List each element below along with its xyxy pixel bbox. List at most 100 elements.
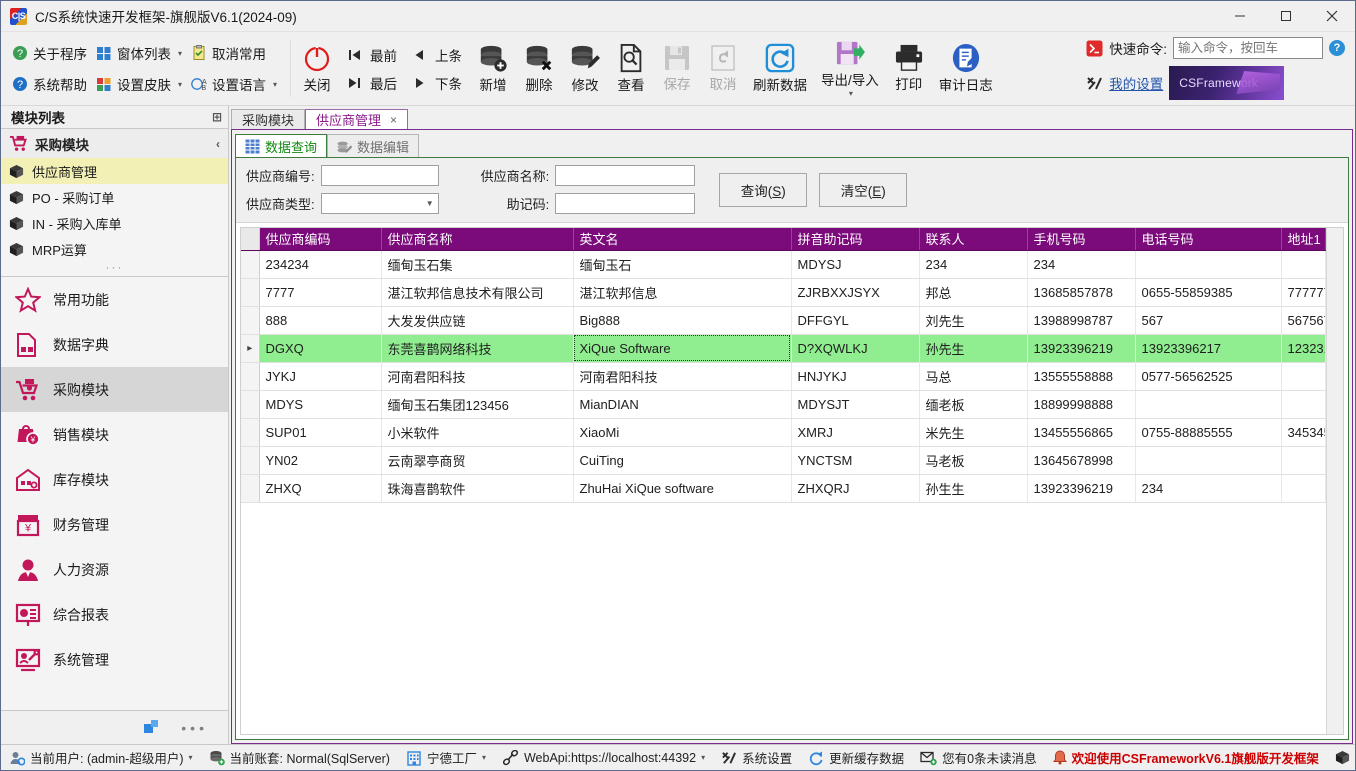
table-cell[interactable]: 13923396219 [1027,474,1136,503]
table-cell[interactable]: 345345634563456 [1281,418,1326,447]
sidebar-module-data-dictionary[interactable]: 数据字典 [1,322,228,367]
table-row[interactable]: 7777 湛江软邦信息技术有限公司 湛江软邦信息 ZJRBXXJSYX 邦总 136858… [241,278,1326,307]
table-cell[interactable]: ZHXQ [259,474,382,503]
close-button[interactable] [1309,1,1355,32]
column-header[interactable]: 英文名 [573,228,792,251]
status-unread-messages[interactable]: 您有0条未读消息 [912,745,1044,770]
modify-button[interactable]: 修改 [562,32,608,105]
last-record-button[interactable]: 最后 [340,71,405,95]
table-cell[interactable] [1281,446,1326,475]
table-cell[interactable]: 缅甸玉石集团123456 [381,390,574,419]
sidebar-item-mrp[interactable]: MRP运算 [1,236,228,262]
about-program-button[interactable]: ? 关于程序 [9,41,93,65]
sidebar-module-sales[interactable]: ¥ 销售模块 [1,412,228,457]
table-row[interactable]: ▸ DGXQ 东莞喜鹊网络科技 XiQue Software D?XQWLKJ 孙先生 13… [241,334,1326,363]
column-header[interactable]: 地址1 [1281,228,1326,251]
data-grid-scroll[interactable]: 供应商编码 供应商名称 英文名 拼音助记码 联系人 手机号码 电话号码 地址1 [241,228,1326,734]
table-cell[interactable]: XiQue Software [573,334,792,363]
table-cell[interactable]: CuiTing [573,446,792,475]
table-cell[interactable]: 12323123132123123144 [1281,334,1326,363]
quick-command-help-icon[interactable]: ? [1329,40,1345,56]
table-cell[interactable]: 567 [1135,306,1282,335]
table-cell[interactable]: HNJYKJ [791,362,920,391]
supplier-name-input[interactable] [555,165,696,186]
table-cell[interactable]: ZHXQRJ [791,474,920,503]
save-button[interactable]: 保存 [654,32,700,105]
row-indicator[interactable] [241,362,260,391]
table-cell[interactable]: 孙生生 [919,474,1028,503]
column-header[interactable]: 供应商名称 [381,228,574,251]
clear-button[interactable]: 清空(E) [819,172,908,207]
table-cell[interactable]: 邦总 [919,278,1028,307]
table-cell[interactable]: XMRJ [791,418,920,447]
table-cell[interactable]: 大发发供应链 [381,306,574,335]
table-row[interactable]: MDYS 缅甸玉石集团123456 MianDIAN MDYSJT 缅老板 1889999… [241,390,1326,419]
table-cell[interactable] [1281,250,1326,279]
table-cell[interactable]: 0577-56562525 [1135,362,1282,391]
table-cell[interactable]: 小米软件 [381,418,574,447]
tab-data-query[interactable]: 数据查询 [235,134,328,158]
table-row[interactable]: YN02 云南翠亭商贸 CuiTing YNCTSM 马老板 13645678998 [241,446,1326,475]
row-indicator[interactable] [241,446,260,475]
close-window-button[interactable]: 关闭 [294,32,340,105]
table-cell[interactable]: 刘先生 [919,306,1028,335]
table-cell[interactable]: 缅甸玉石 [573,250,792,279]
table-cell[interactable]: 缅甸玉石集 [381,250,574,279]
chevron-left-icon[interactable]: ‹ [216,137,220,151]
table-cell[interactable] [1135,250,1282,279]
table-cell[interactable]: 567567 [1281,306,1326,335]
set-skin-button[interactable]: 设置皮肤 ▾ [93,72,188,96]
row-indicator[interactable] [241,306,260,335]
print-button[interactable]: 打印 [886,32,932,105]
row-indicator[interactable] [241,390,260,419]
chevron-down-icon[interactable]: ▾ [188,753,192,762]
column-header[interactable]: 供应商编码 [259,228,382,251]
sidebar-module-reports[interactable]: 综合报表 [1,592,228,637]
table-cell[interactable]: 河南君阳科技 [381,362,574,391]
table-cell[interactable]: 马总 [919,362,1028,391]
maximize-button[interactable] [1263,1,1309,32]
row-indicator[interactable] [241,474,260,503]
table-cell[interactable] [1281,390,1326,419]
table-cell[interactable]: 孙先生 [919,334,1028,363]
refresh-data-button[interactable]: 刷新数据 [746,32,814,105]
table-cell[interactable]: 河南君阳科技 [573,362,792,391]
table-cell[interactable]: 0655-55859385 [1135,278,1282,307]
sidebar-item-purchase-receipt[interactable]: IN - 采购入库单 [1,210,228,236]
table-cell[interactable] [1135,390,1282,419]
table-cell[interactable]: DGXQ [259,334,382,363]
first-record-button[interactable]: 最前 [340,43,405,67]
set-language-button[interactable]: AB 设置语言 ▾ [188,72,283,96]
table-cell[interactable] [1281,474,1326,503]
tab-supplier-management[interactable]: 供应商管理 × [305,109,409,130]
add-button[interactable]: 新增 [470,32,516,105]
table-cell[interactable]: MDYSJT [791,390,920,419]
mnemonic-input[interactable] [555,193,696,214]
table-cell[interactable]: 湛江软邦信息技术有限公司 [381,278,574,307]
sidebar-module-system[interactable]: 系统管理 [1,637,228,682]
sidebar-module-inventory[interactable]: 库存模块 [1,457,228,502]
layout-toggle-icon[interactable] [143,719,161,737]
quick-command-input[interactable] [1173,37,1323,59]
view-button[interactable]: 查看 [608,32,654,105]
table-cell[interactable]: 888 [259,306,382,335]
minimize-button[interactable] [1217,1,1263,32]
grid-vertical-scrollbar[interactable] [1326,228,1343,734]
sidebar-item-supplier-management[interactable]: 供应商管理 [1,158,228,184]
table-cell[interactable]: Big888 [573,306,792,335]
table-row[interactable]: 234234 缅甸玉石集 缅甸玉石 MDYSJ 234 234 [241,250,1326,279]
table-cell[interactable] [1281,362,1326,391]
table-cell[interactable]: D?XQWLKJ [791,334,920,363]
chevron-down-icon[interactable]: ▾ [701,753,705,762]
table-cell[interactable]: 234 [919,250,1028,279]
status-refresh-cache[interactable]: 更新缓存数据 [800,745,912,770]
my-settings-link[interactable]: 我的设置 [1109,73,1163,93]
table-cell[interactable]: XiaoMi [573,418,792,447]
table-cell[interactable]: 234 [1135,474,1282,503]
row-indicator[interactable]: ▸ [241,334,260,363]
column-header[interactable]: 电话号码 [1135,228,1282,251]
column-header[interactable]: 拼音助记码 [791,228,920,251]
next-record-button[interactable]: 下条 [405,71,470,95]
table-cell[interactable]: 234234 [259,250,382,279]
tab-purchasing-module[interactable]: 采购模块 [231,109,306,130]
